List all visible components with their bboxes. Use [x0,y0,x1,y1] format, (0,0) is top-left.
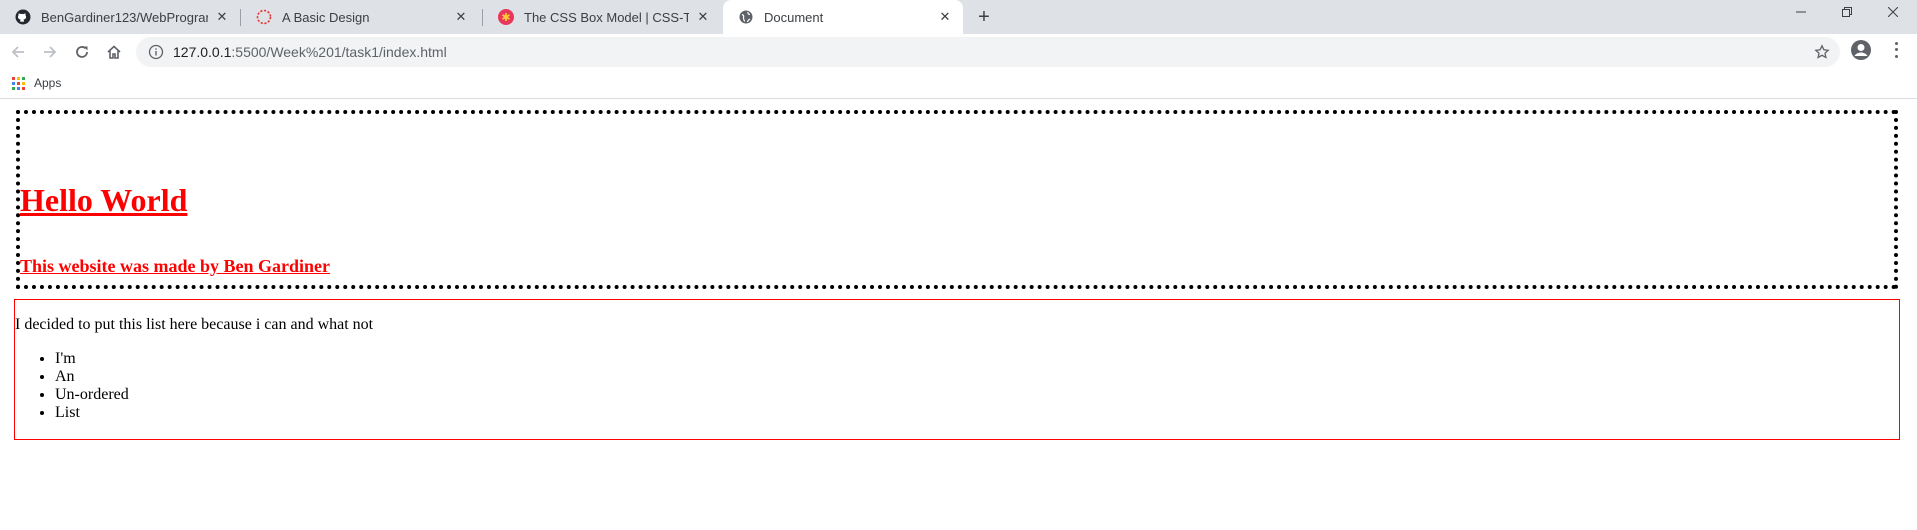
tab-strip: BenGardiner123/WebProgramming ✕ A Basic … [0,0,1917,34]
page-heading: Hello World [20,182,188,218]
list-item: List [55,404,129,422]
tab-basic-design[interactable]: A Basic Design ✕ [241,0,479,34]
forward-arrow-icon [44,46,57,58]
tab-close-icon[interactable]: ✕ [695,9,711,25]
css-tricks-star-icon: ✱ [498,9,514,25]
apps-bookmark[interactable]: Apps [12,76,61,90]
page-subheading: This website was made by Ben Gardiner [20,256,331,276]
home-icon [107,45,121,59]
back-button[interactable] [5,39,31,65]
close-window-button[interactable] [1870,0,1916,24]
close-icon [1888,7,1898,17]
restore-button[interactable] [1824,0,1870,24]
new-tab-button[interactable]: + [970,0,998,34]
svg-text:✱: ✱ [501,11,510,24]
unordered-list: I'm An Un-ordered List [15,350,129,422]
tab-title: BenGardiner123/WebProgramming [41,9,208,25]
plus-icon: + [978,5,990,28]
tab-title: Document [764,9,824,25]
url-host: 127.0.0.1 [173,44,232,60]
tab-title: The CSS Box Model | CSS-Tricks [524,9,689,25]
tab-document[interactable]: Document ✕ [723,0,963,34]
address-bar[interactable]: 127.0.0.1:5500/Week%201/task1/index.html [136,37,1840,67]
content-box: I decided to put this list here because … [14,299,1900,440]
bookmarks-bar: Apps [0,70,1917,99]
info-icon[interactable] [148,44,164,60]
loading-ring-icon [256,9,272,25]
minimize-icon [1796,11,1806,13]
bookmark-star-icon[interactable] [1814,44,1830,60]
back-arrow-icon [11,46,24,58]
apps-grid-icon [12,76,25,90]
tab-close-icon[interactable]: ✕ [453,9,469,25]
tab-close-icon[interactable]: ✕ [214,9,230,25]
page-viewport: Hello World This website was made by Ben… [0,100,1917,530]
url-path: :5500/Week%201/task1/index.html [231,44,447,60]
browser-toolbar: 127.0.0.1:5500/Week%201/task1/index.html [0,34,1917,70]
home-button[interactable] [101,39,127,65]
list-item: An [55,368,129,386]
apps-label: Apps [34,76,62,90]
reload-button[interactable] [69,39,95,65]
intro-paragraph: I decided to put this list here because … [15,316,374,333]
forward-button[interactable] [37,39,63,65]
tab-close-icon[interactable]: ✕ [937,9,953,25]
list-item: I'm [55,350,129,368]
browser-menu-icon[interactable] [1888,40,1904,60]
minimize-button[interactable] [1778,0,1824,24]
tab-github[interactable]: BenGardiner123/WebProgramming ✕ [0,0,240,34]
restore-icon [1842,7,1852,17]
profile-avatar-icon[interactable] [1850,39,1872,61]
github-icon [15,9,31,25]
list-item: Un-ordered [55,386,129,404]
globe-icon [738,9,754,25]
tab-title: A Basic Design [282,9,370,25]
header-box: Hello World This website was made by Ben… [16,110,1898,289]
reload-icon [76,46,88,58]
url-text: 127.0.0.1:5500/Week%201/task1/index.html [173,44,447,60]
tab-css-tricks[interactable]: ✱ The CSS Box Model | CSS-Tricks ✕ [483,0,721,34]
